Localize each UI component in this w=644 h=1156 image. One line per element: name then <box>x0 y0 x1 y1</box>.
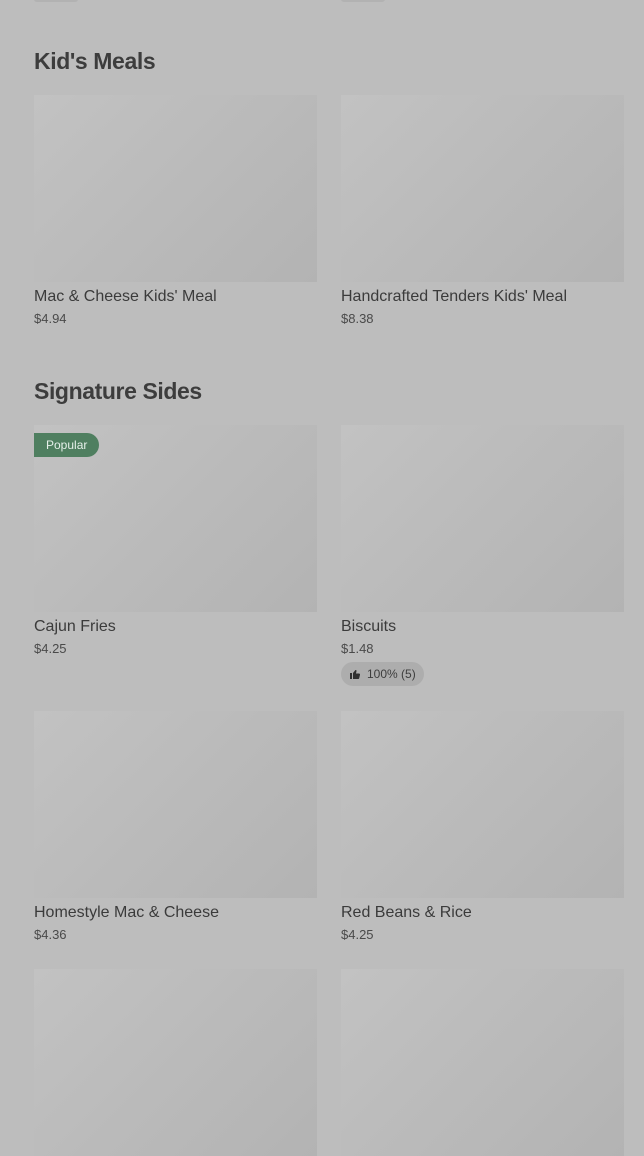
menu-item-card[interactable] <box>34 969 317 1156</box>
menu-item-card[interactable] <box>341 969 624 1156</box>
menu-item-card[interactable]: Biscuits $1.48 100% (5) <box>341 425 624 686</box>
item-image[interactable] <box>341 425 624 612</box>
menu-item-card[interactable]: Popular Cajun Fries $4.25 <box>34 425 317 656</box>
menu-item-card[interactable]: Red Beans & Rice $4.25 <box>341 711 624 942</box>
rating-pill: 100% (5) <box>341 662 424 686</box>
menu-item-card[interactable]: Homestyle Mac & Cheese $4.36 <box>34 711 317 942</box>
item-image[interactable] <box>34 95 317 282</box>
item-name: Biscuits <box>341 618 397 635</box>
item-price: $4.36 <box>34 927 67 942</box>
section-title-kids-meals: Kid's Meals <box>34 48 156 74</box>
item-image[interactable] <box>341 711 624 898</box>
thumbs-up-icon <box>349 668 361 680</box>
item-image[interactable]: Popular <box>34 425 317 612</box>
item-price: $8.38 <box>341 311 374 326</box>
section-title-signature-sides: Signature Sides <box>34 378 202 404</box>
item-name: Handcrafted Tenders Kids' Meal <box>341 288 567 305</box>
cutoff-price <box>34 0 78 2</box>
item-name: Cajun Fries <box>34 618 116 635</box>
rating-text: 100% (5) <box>367 667 416 681</box>
item-name: Homestyle Mac & Cheese <box>34 904 219 921</box>
menu-item-card[interactable]: Handcrafted Tenders Kids' Meal $8.38 <box>341 95 624 326</box>
item-price: $4.25 <box>34 641 67 656</box>
item-image[interactable] <box>34 969 317 1156</box>
item-name: Red Beans & Rice <box>341 904 472 921</box>
item-name: Mac & Cheese Kids' Meal <box>34 288 217 305</box>
item-price: $4.25 <box>341 927 374 942</box>
cutoff-price <box>341 0 385 2</box>
item-image[interactable] <box>341 969 624 1156</box>
item-image[interactable] <box>34 711 317 898</box>
previous-row-cutoff <box>34 0 624 2</box>
menu-item-card[interactable]: Mac & Cheese Kids' Meal $4.94 <box>34 95 317 326</box>
item-image[interactable] <box>341 95 624 282</box>
menu-page: Kid's Meals Mac & Cheese Kids' Meal $4.9… <box>0 0 644 1156</box>
popular-badge: Popular <box>34 433 100 457</box>
item-price: $1.48 <box>341 641 374 656</box>
item-price: $4.94 <box>34 311 67 326</box>
